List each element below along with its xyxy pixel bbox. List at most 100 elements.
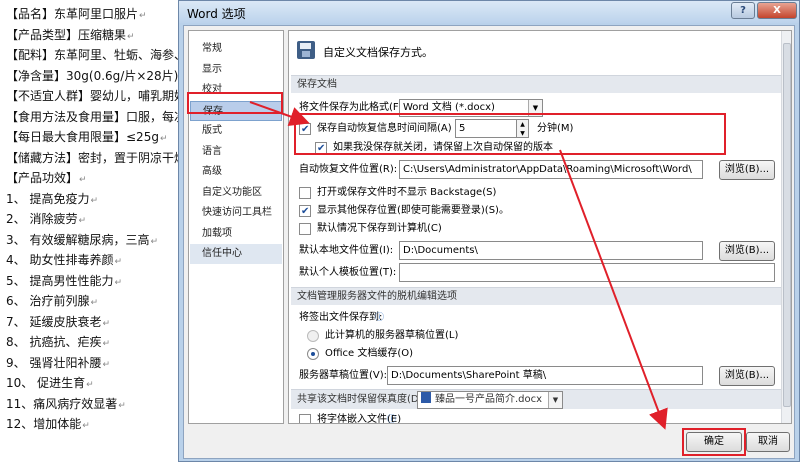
- nav-item-0[interactable]: 常规: [190, 39, 282, 59]
- save-header-text: 自定义文档保存方式。: [323, 46, 433, 59]
- paragraph-mark-icon: ↵: [114, 257, 122, 267]
- dialog-titlebar[interactable]: Word 选项 ? X: [179, 1, 799, 23]
- default-personal-input[interactable]: [399, 263, 775, 282]
- no-backstage-row: 打开或保存文件时不显示 Backstage(S): [299, 184, 739, 202]
- checkout-label-row: 将签出文件保存到: ⓘ: [299, 309, 599, 327]
- fidelity-document-value: 臻品一号产品简介.docx: [435, 394, 543, 405]
- document-line-text: 【每日最大食用限量】≤25g: [6, 130, 159, 144]
- document-line: 【净含量】30g(0.6g/片×28片)↵: [6, 66, 182, 87]
- document-line-text: 7、 延缓皮肤衰老: [6, 314, 102, 329]
- nav-item-8[interactable]: 快速访问工具栏: [190, 203, 282, 223]
- fidelity-document-select[interactable]: 臻品一号产品简介.docx ▼: [417, 391, 563, 409]
- document-line: 【产品类型】压缩糖果↵: [6, 25, 182, 46]
- section-save-docs: 保存文档: [291, 75, 787, 93]
- document-line-text: 【产品类型】压缩糖果: [6, 27, 127, 42]
- document-line: 【食用方法及食用量】口服，每次↵: [6, 107, 182, 128]
- scrollbar-thumb[interactable]: [783, 43, 791, 407]
- document-line: 【不适宜人群】婴幼儿，哺乳期妇↵: [6, 86, 182, 107]
- nav-item-4[interactable]: 版式: [190, 121, 282, 141]
- paragraph-mark-icon: ↵: [150, 236, 158, 247]
- document-line-text: 3、 有效缓解糖尿病，三高: [6, 232, 150, 247]
- dialog-body: 常规 显示 校对 保存 版式 语言 高级 自定义功能区 快速访问工具栏 加载项 信任中心 自定义文档…: [183, 25, 795, 459]
- section-offline: 文档管理服务器文件的脱机编辑选项: [291, 287, 787, 305]
- document-line-text: 5、 提高男性性能力: [6, 273, 114, 288]
- options-nav: 常规 显示 校对 保存 版式 语言 高级 自定义功能区 快速访问工具栏 加载项 信任中心: [188, 30, 284, 424]
- info-icon: ⓘ: [375, 313, 385, 323]
- server-drafts-location-label: 服务器草稿位置(V):: [299, 370, 388, 381]
- office-cache-radio[interactable]: [307, 348, 319, 360]
- paragraph-mark-icon: ↵: [102, 339, 110, 349]
- chevron-down-icon[interactable]: ▼: [548, 392, 562, 408]
- document-body[interactable]: 【品名】东革阿里口服片↵【产品类型】压缩糖果↵【配料】东革阿里、牡蛎、海参、↵【…: [0, 0, 182, 462]
- document-line-text: 【食用方法及食用量】口服，每次: [6, 109, 182, 124]
- content-scrollbar[interactable]: [781, 31, 791, 423]
- server-drafts-radio[interactable]: [307, 330, 319, 342]
- nav-highlight-annotation: [187, 92, 283, 114]
- document-line-text: 8、 抗癌抗、疟疾: [6, 335, 102, 349]
- nav-item-1[interactable]: 显示: [190, 60, 282, 80]
- document-line-text: 2、 消除疲劳: [6, 212, 78, 226]
- document-line-text: 【配料】东革阿里、牡蛎、海参、: [6, 48, 182, 62]
- autorecover-location-input[interactable]: C:\Users\Administrator\AppData\Roaming\M…: [399, 160, 703, 179]
- autorecover-location-label: 自动恢复文件位置(R):: [299, 164, 398, 175]
- server-drafts-label: 此计算机的服务器草稿位置(L): [325, 330, 459, 341]
- browse-autorecover-button[interactable]: 浏览(B)...: [719, 160, 775, 180]
- cancel-button[interactable]: 取消: [746, 432, 790, 452]
- document-line-text: 【产品功效】: [6, 171, 79, 185]
- checkout-label: 将签出文件保存到:: [299, 312, 383, 323]
- show-more-locations-checkbox[interactable]: [299, 203, 311, 221]
- document-line: 1、 提高免疫力↵: [6, 189, 182, 210]
- document-line-text: 10、 促进生育: [6, 376, 86, 390]
- default-personal-row: 默认个人模板位置(T):: [299, 263, 779, 282]
- options-content: 自定义文档保存方式。 保存文档 将文件保存为此格式(F): Word 文档 (*…: [288, 30, 792, 424]
- save-to-computer-row: 默认情况下保存到计算机(C): [299, 220, 739, 238]
- document-line: 9、 强肾壮阳补腰↵: [6, 353, 182, 374]
- word-document-icon: [421, 392, 431, 403]
- paragraph-mark-icon: ↵: [159, 134, 168, 144]
- document-line-text: 【净含量】30g(0.6g/片×28片): [6, 68, 179, 83]
- office-cache-label: Office 文档缓存(O): [325, 348, 414, 359]
- paragraph-mark-icon: ↵: [114, 277, 122, 288]
- paragraph-mark-icon: ↵: [127, 31, 135, 42]
- nav-item-5[interactable]: 语言: [190, 142, 282, 162]
- nav-item-7[interactable]: 自定义功能区: [190, 183, 282, 203]
- save-to-computer-checkbox[interactable]: [299, 223, 311, 235]
- no-backstage-checkbox[interactable]: [299, 187, 311, 199]
- document-line: 3、 有效缓解糖尿病，三高↵: [6, 230, 182, 251]
- document-line-text: 【储藏方法】密封，置于阴凉干燥: [6, 150, 182, 165]
- nav-item-9[interactable]: 加载项: [190, 224, 282, 244]
- browse-server-drafts-button[interactable]: 浏览(B)...: [719, 366, 775, 386]
- document-line: 【品名】东革阿里口服片↵: [6, 4, 182, 25]
- nav-item-6[interactable]: 高级: [190, 162, 282, 182]
- document-line: 【产品功效】↵: [6, 168, 182, 189]
- document-line-text: 11、痛风病疗效显著: [6, 396, 118, 411]
- document-line: 11、痛风病疗效显著↵: [6, 394, 182, 415]
- close-button[interactable]: X: [757, 2, 797, 19]
- default-local-input[interactable]: D:\Documents\: [399, 241, 703, 260]
- document-line: 7、 延缓皮肤衰老↵: [6, 312, 182, 333]
- server-drafts-location-input[interactable]: D:\Documents\SharePoint 草稿\: [387, 366, 703, 385]
- no-backstage-label: 打开或保存文件时不显示 Backstage(S): [317, 187, 497, 198]
- document-line-text: 12、增加体能: [6, 417, 82, 431]
- default-local-label: 默认本地文件位置(I):: [299, 245, 394, 256]
- document-line: 2、 消除疲劳↵: [6, 209, 182, 230]
- autorecover-highlight-annotation: [294, 113, 726, 155]
- embed-fonts-checkbox[interactable]: [299, 414, 311, 423]
- paragraph-mark-icon: ↵: [86, 380, 94, 390]
- document-line: 【每日最大食用限量】≤25g↵: [6, 127, 182, 148]
- document-line: 10、 促进生育↵: [6, 373, 182, 394]
- word-options-dialog: Word 选项 ? X 常规 显示 校对 保存 版式 语言 高级 自定义功能区 快速访问工具栏加…: [178, 0, 800, 462]
- document-line-text: 6、 治疗前列腺: [6, 294, 90, 308]
- ok-highlight-annotation: [682, 428, 746, 456]
- save-format-value: Word 文档 (*.docx): [403, 102, 495, 113]
- help-button[interactable]: ?: [731, 2, 755, 19]
- section-fidelity: 共享该文档时保留保真度(D): 臻品一号产品简介.docx ▼: [291, 389, 787, 409]
- paragraph-mark-icon: ↵: [139, 11, 147, 21]
- autorecover-location-row: 自动恢复文件位置(R): C:\Users\Administrator\AppD…: [299, 160, 779, 180]
- paragraph-mark-icon: ↵: [90, 195, 98, 206]
- embed-fonts-row: 将字体嵌入文件(E) ⓘ: [299, 411, 599, 423]
- nav-item-10[interactable]: 信任中心: [190, 244, 282, 264]
- document-line-text: 4、 助女性排毒养颜: [6, 253, 114, 267]
- document-line: 【储藏方法】密封，置于阴凉干燥↵: [6, 148, 182, 169]
- browse-default-local-button[interactable]: 浏览(B)...: [719, 241, 775, 261]
